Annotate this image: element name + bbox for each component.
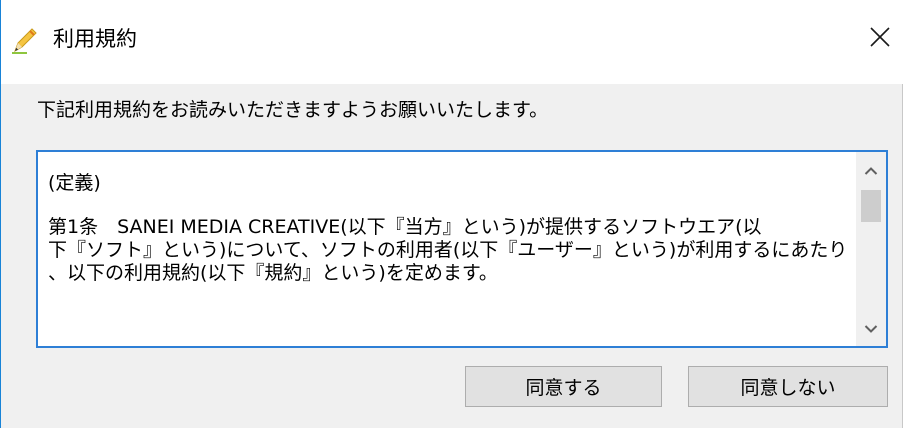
title-bar: 利用規約 [1, 0, 903, 84]
scroll-up-button[interactable] [856, 155, 886, 185]
close-button[interactable] [863, 22, 897, 56]
chevron-up-icon [864, 161, 878, 180]
chevron-down-icon [864, 319, 878, 338]
pencil-icon [11, 26, 39, 54]
window-title: 利用規約 [53, 27, 137, 51]
terms-content: (定義) 第1条 SANEI MEDIA CREATIVE(以下『当方』という)… [48, 172, 848, 285]
terms-heading: (定義) [48, 172, 101, 194]
scroll-down-button[interactable] [856, 313, 886, 343]
agree-button[interactable]: 同意する [465, 366, 662, 407]
vertical-scrollbar[interactable] [856, 152, 886, 346]
instruction-text: 下記利用規約をお読みいただきますようお願いいたします。 [37, 99, 549, 121]
close-icon [869, 26, 891, 52]
terms-text-area[interactable]: (定義) 第1条 SANEI MEDIA CREATIVE(以下『当方』という)… [36, 150, 888, 348]
terms-article-1: 第1条 SANEI MEDIA CREATIVE(以下『当方』という)が提供する… [48, 216, 848, 284]
scroll-thumb[interactable] [861, 190, 881, 222]
disagree-button[interactable]: 同意しない [688, 366, 888, 407]
terms-dialog: 利用規約 下記利用規約をお読みいただきますようお願いいたします。 (定義) 第1… [0, 0, 903, 428]
